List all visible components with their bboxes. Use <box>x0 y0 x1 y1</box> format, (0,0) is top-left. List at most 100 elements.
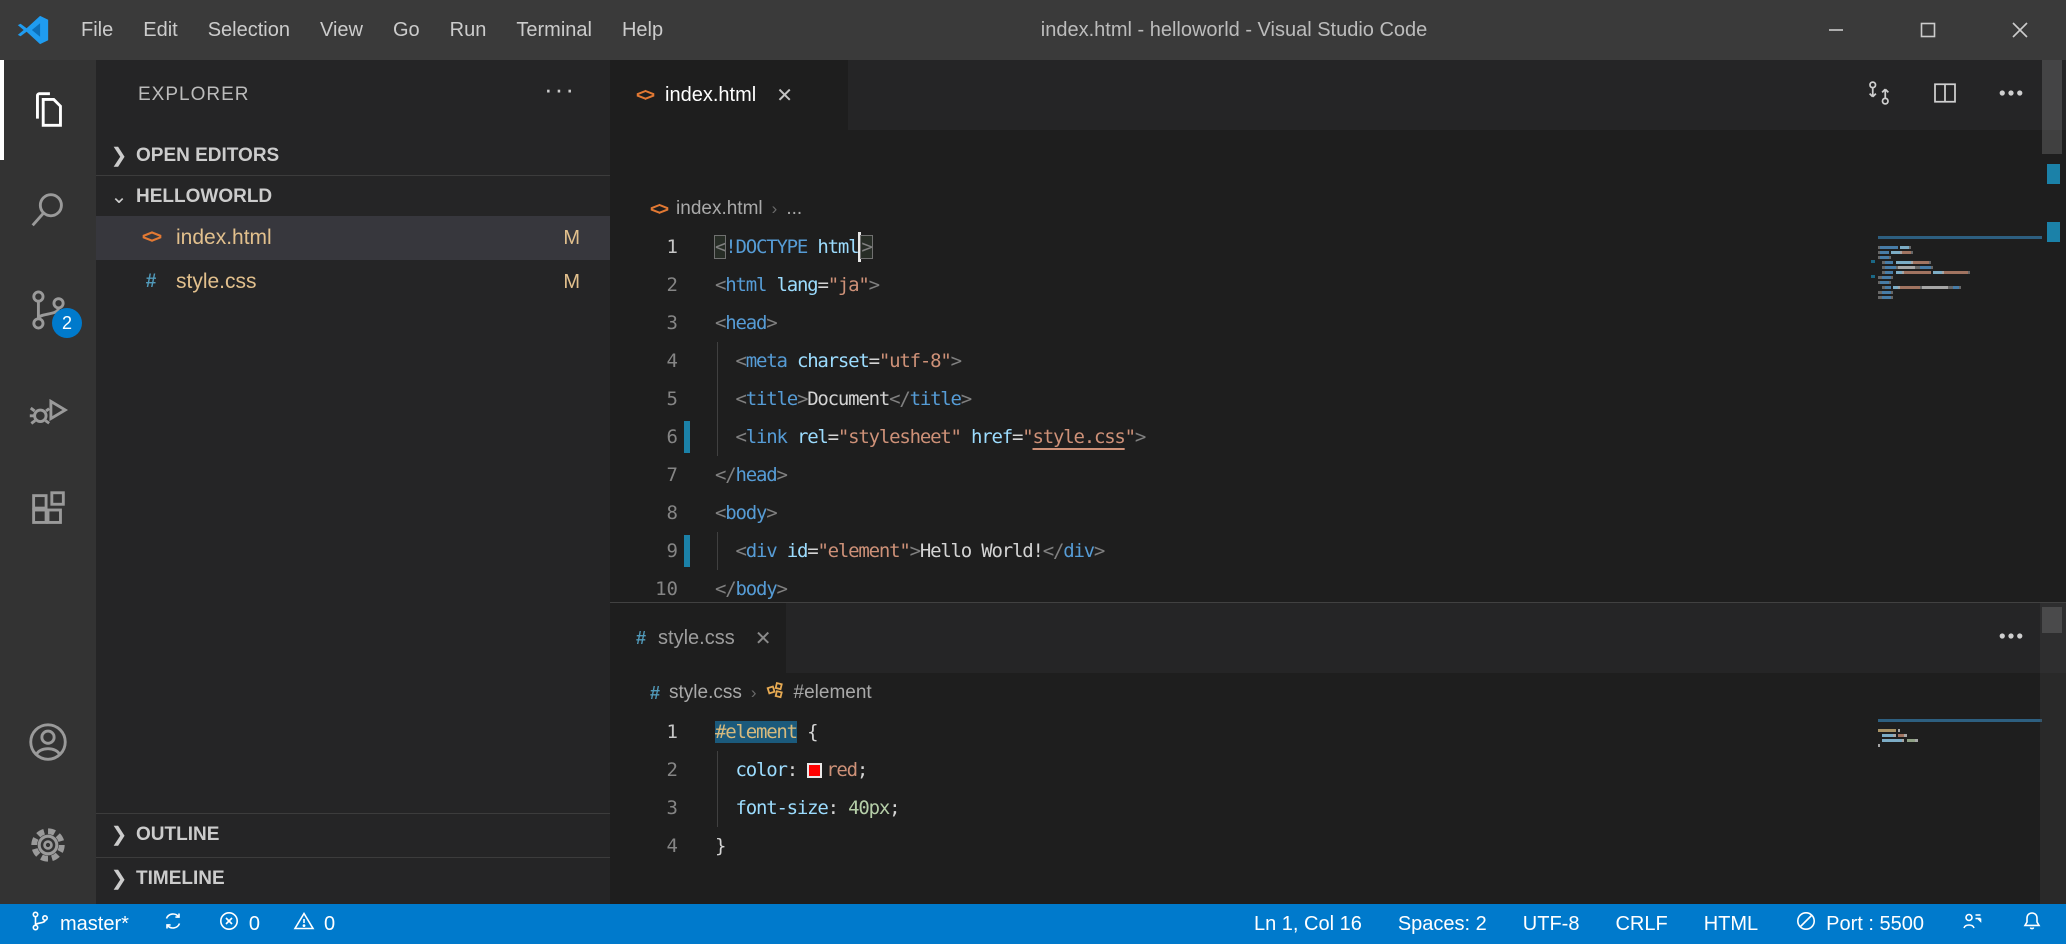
activity-settings[interactable] <box>0 795 96 895</box>
status-port-5500[interactable]: Port : 5500 <box>1794 909 1924 939</box>
code-editor-html[interactable]: 1<!DOCTYPE html>2<html lang="ja">3<head>… <box>610 228 2066 602</box>
code-line-9[interactable]: 9 <div id="element">Hello World!</div> <box>610 532 2066 570</box>
scrollbar-thumb[interactable] <box>2042 60 2062 154</box>
tab-style-css[interactable]: #style.css✕ <box>610 603 786 673</box>
minimize-button[interactable] <box>1790 0 1882 60</box>
scrollbar[interactable] <box>2040 603 2066 904</box>
maximize-button[interactable] <box>1882 0 1974 60</box>
gear-icon <box>25 822 71 868</box>
status-feedback-icon[interactable] <box>1960 909 1984 939</box>
activity-account[interactable] <box>0 692 96 792</box>
scrollbar[interactable] <box>2040 60 2066 602</box>
minimap[interactable] <box>1878 236 2042 291</box>
token: > <box>1094 540 1104 562</box>
token: !DOCTYPE <box>725 236 807 258</box>
section-timeline[interactable]: ❯ TIMELINE <box>96 858 610 899</box>
close-tab-icon[interactable]: ✕ <box>776 83 793 108</box>
code-editor-css[interactable]: 1#element {2 color: red;3 font-size: 40p… <box>610 713 2066 904</box>
source-control-badge: 2 <box>52 308 82 338</box>
code-line-5[interactable]: 5 <title>Document</title> <box>610 380 2066 418</box>
status-master-[interactable]: master* <box>28 909 129 939</box>
code-line-1[interactable]: 1#element { <box>610 713 2066 751</box>
close-button[interactable] <box>1974 0 2066 60</box>
menu-selection[interactable]: Selection <box>193 0 305 60</box>
status-utf-8[interactable]: UTF-8 <box>1523 913 1580 936</box>
css-file-icon: # <box>134 271 168 293</box>
code-line-3[interactable]: 3<head> <box>610 304 2066 342</box>
code-line-8[interactable]: 8<body> <box>610 494 2066 532</box>
status-spaces-2[interactable]: Spaces: 2 <box>1398 913 1487 936</box>
tab-index-html[interactable]: <>index.html✕ <box>610 60 848 130</box>
token: < <box>735 350 745 372</box>
scrollbar-thumb[interactable] <box>2042 607 2062 633</box>
status-0[interactable]: 0 <box>292 909 335 939</box>
status-0[interactable]: 0 <box>217 909 260 939</box>
section-helloworld[interactable]: ⌄ HELLOWORLD <box>96 176 610 217</box>
code-line-1[interactable]: 1<!DOCTYPE html> <box>610 228 2066 266</box>
more-actions-icon[interactable] <box>1996 621 2026 656</box>
more-actions-icon[interactable] <box>1996 78 2026 113</box>
token: </ <box>889 388 909 410</box>
code-text: <div id="element">Hello World!</div> <box>715 540 1104 562</box>
code-line-2[interactable]: 2 color: red; <box>610 751 2066 789</box>
split-editor-icon[interactable] <box>1930 78 1960 113</box>
section-open-editors[interactable]: ❯ OPEN EDITORS <box>96 135 610 176</box>
code-line-4[interactable]: 4} <box>610 827 2066 865</box>
code-line-7[interactable]: 7</head> <box>610 456 2066 494</box>
close-tab-icon[interactable]: ✕ <box>755 626 772 651</box>
breadcrumb-item[interactable]: style.css <box>669 682 742 704</box>
menu-terminal[interactable]: Terminal <box>501 0 607 60</box>
code-line-4[interactable]: 4 <meta charset="utf-8"> <box>610 342 2066 380</box>
token: "element" <box>817 540 909 562</box>
menu-run[interactable]: Run <box>435 0 502 60</box>
menu-bar: FileEditSelectionViewGoRunTerminalHelp <box>66 0 678 60</box>
menu-edit[interactable]: Edit <box>128 0 192 60</box>
breadcrumb-item[interactable]: index.html <box>676 198 763 220</box>
status-ln-1-col-16[interactable]: Ln 1, Col 16 <box>1254 913 1362 936</box>
git-branch-icon <box>28 909 52 939</box>
activity-explorer[interactable] <box>0 60 96 160</box>
line-number: 2 <box>610 274 678 296</box>
open-changes-icon[interactable] <box>1864 78 1894 113</box>
breadcrumb-item[interactable]: ... <box>786 198 802 220</box>
line-number: 9 <box>610 540 678 562</box>
token: "stylesheet" <box>838 426 961 448</box>
token: link <box>746 426 787 448</box>
code-line-3[interactable]: 3 font-size: 40px; <box>610 789 2066 827</box>
file-item-style.css[interactable]: #style.cssM <box>96 260 610 304</box>
token <box>961 426 971 448</box>
bell-icon <box>2020 909 2044 939</box>
menu-help[interactable]: Help <box>607 0 678 60</box>
status-html[interactable]: HTML <box>1704 913 1758 936</box>
token: div <box>1063 540 1094 562</box>
html-file-icon: <> <box>134 227 168 249</box>
minimap-line <box>1878 276 2042 279</box>
minimap[interactable] <box>1878 719 2042 739</box>
activity-run-debug[interactable] <box>0 360 96 460</box>
token: < <box>715 502 725 524</box>
more-actions-icon[interactable]: ··· <box>544 74 576 105</box>
section-outline[interactable]: ❯ OUTLINE <box>96 814 610 855</box>
activity-search[interactable] <box>0 160 96 260</box>
menu-view[interactable]: View <box>305 0 378 60</box>
activity-source-control[interactable]: 2 <box>0 260 96 360</box>
breadcrumb[interactable]: #style.css›#element <box>610 674 2066 712</box>
status-sync-icon[interactable] <box>161 909 185 939</box>
status-bell-icon[interactable] <box>2020 909 2044 939</box>
code-line-6[interactable]: 6 <link rel="stylesheet" href="style.css… <box>610 418 2066 456</box>
status-crlf[interactable]: CRLF <box>1615 913 1667 936</box>
code-line-2[interactable]: 2<html lang="ja"> <box>610 266 2066 304</box>
vscode-logo-icon[interactable] <box>0 13 66 47</box>
menu-file[interactable]: File <box>66 0 128 60</box>
activity-extensions[interactable] <box>0 460 96 560</box>
file-item-index.html[interactable]: <>index.htmlM <box>96 216 610 260</box>
minimap-line <box>1878 256 2042 259</box>
token: Document <box>807 388 889 410</box>
breadcrumb[interactable]: <>index.html›... <box>610 190 2066 228</box>
token: = <box>1012 426 1022 448</box>
token: > <box>766 502 776 524</box>
menu-go[interactable]: Go <box>378 0 435 60</box>
token: = <box>828 426 838 448</box>
breadcrumb-item[interactable]: #element <box>794 682 872 704</box>
token: </ <box>1043 540 1063 562</box>
